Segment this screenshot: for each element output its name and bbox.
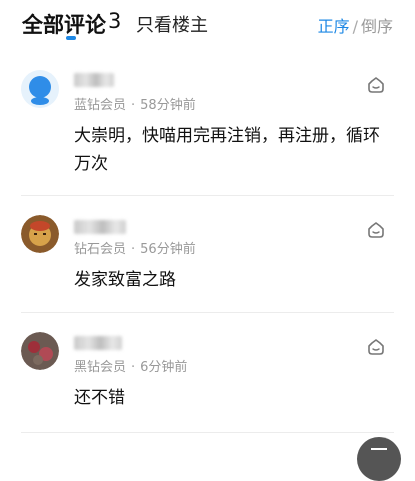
only-op-filter[interactable]: 只看楼主 — [136, 11, 208, 37]
comment-time: 6分钟前 — [140, 360, 188, 375]
like-button[interactable] — [366, 75, 386, 95]
meta-separator: · — [131, 242, 136, 257]
avatar[interactable] — [21, 70, 59, 108]
sort-separator: / — [352, 17, 358, 36]
meta-separator: · — [131, 360, 136, 375]
active-tab-indicator — [66, 36, 76, 40]
avatar[interactable] — [21, 332, 59, 370]
comment-text: 还不错 — [74, 388, 125, 408]
member-level: 蓝钻会员 — [74, 98, 127, 113]
comment-divider — [21, 195, 394, 196]
meta-separator: · — [131, 98, 136, 113]
avatar[interactable] — [21, 215, 59, 253]
sort-asc-button[interactable]: 正序 — [318, 17, 350, 36]
comment-meta: 黑钻会员 · 6分钟前 — [74, 356, 187, 375]
username-blurred[interactable] — [74, 73, 114, 87]
username-blurred[interactable] — [74, 336, 122, 350]
username-blurred[interactable] — [74, 220, 126, 234]
comment-time: 56分钟前 — [140, 242, 196, 257]
sort-desc-button[interactable]: 倒序 — [361, 17, 393, 36]
comment-divider — [21, 432, 394, 433]
comments-count: 3 — [108, 9, 122, 33]
back-to-top-button[interactable] — [357, 437, 401, 481]
member-level: 钻石会员 — [74, 242, 127, 257]
comments-title: 全部评论 — [22, 13, 106, 37]
comments-header: 全部评论 3 只看楼主 正序 / 倒序 — [0, 0, 415, 46]
sort-toggle: 正序 / 倒序 — [318, 13, 393, 37]
like-button[interactable] — [366, 220, 386, 240]
comment-meta: 蓝钻会员 · 58分钟前 — [74, 94, 196, 113]
comment-text: 发家致富之路 — [74, 270, 176, 290]
comment-meta: 钻石会员 · 56分钟前 — [74, 238, 196, 257]
comment-time: 58分钟前 — [140, 98, 196, 113]
like-icon — [368, 222, 384, 238]
like-icon — [368, 339, 384, 355]
back-to-top-icon — [371, 448, 387, 450]
like-button[interactable] — [366, 337, 386, 357]
member-level: 黑钻会员 — [74, 360, 127, 375]
like-icon — [368, 77, 384, 93]
comment-divider — [21, 312, 394, 313]
comment-text: 大崇明，快喵用完再注销，再注册，循环万次 — [74, 126, 380, 174]
